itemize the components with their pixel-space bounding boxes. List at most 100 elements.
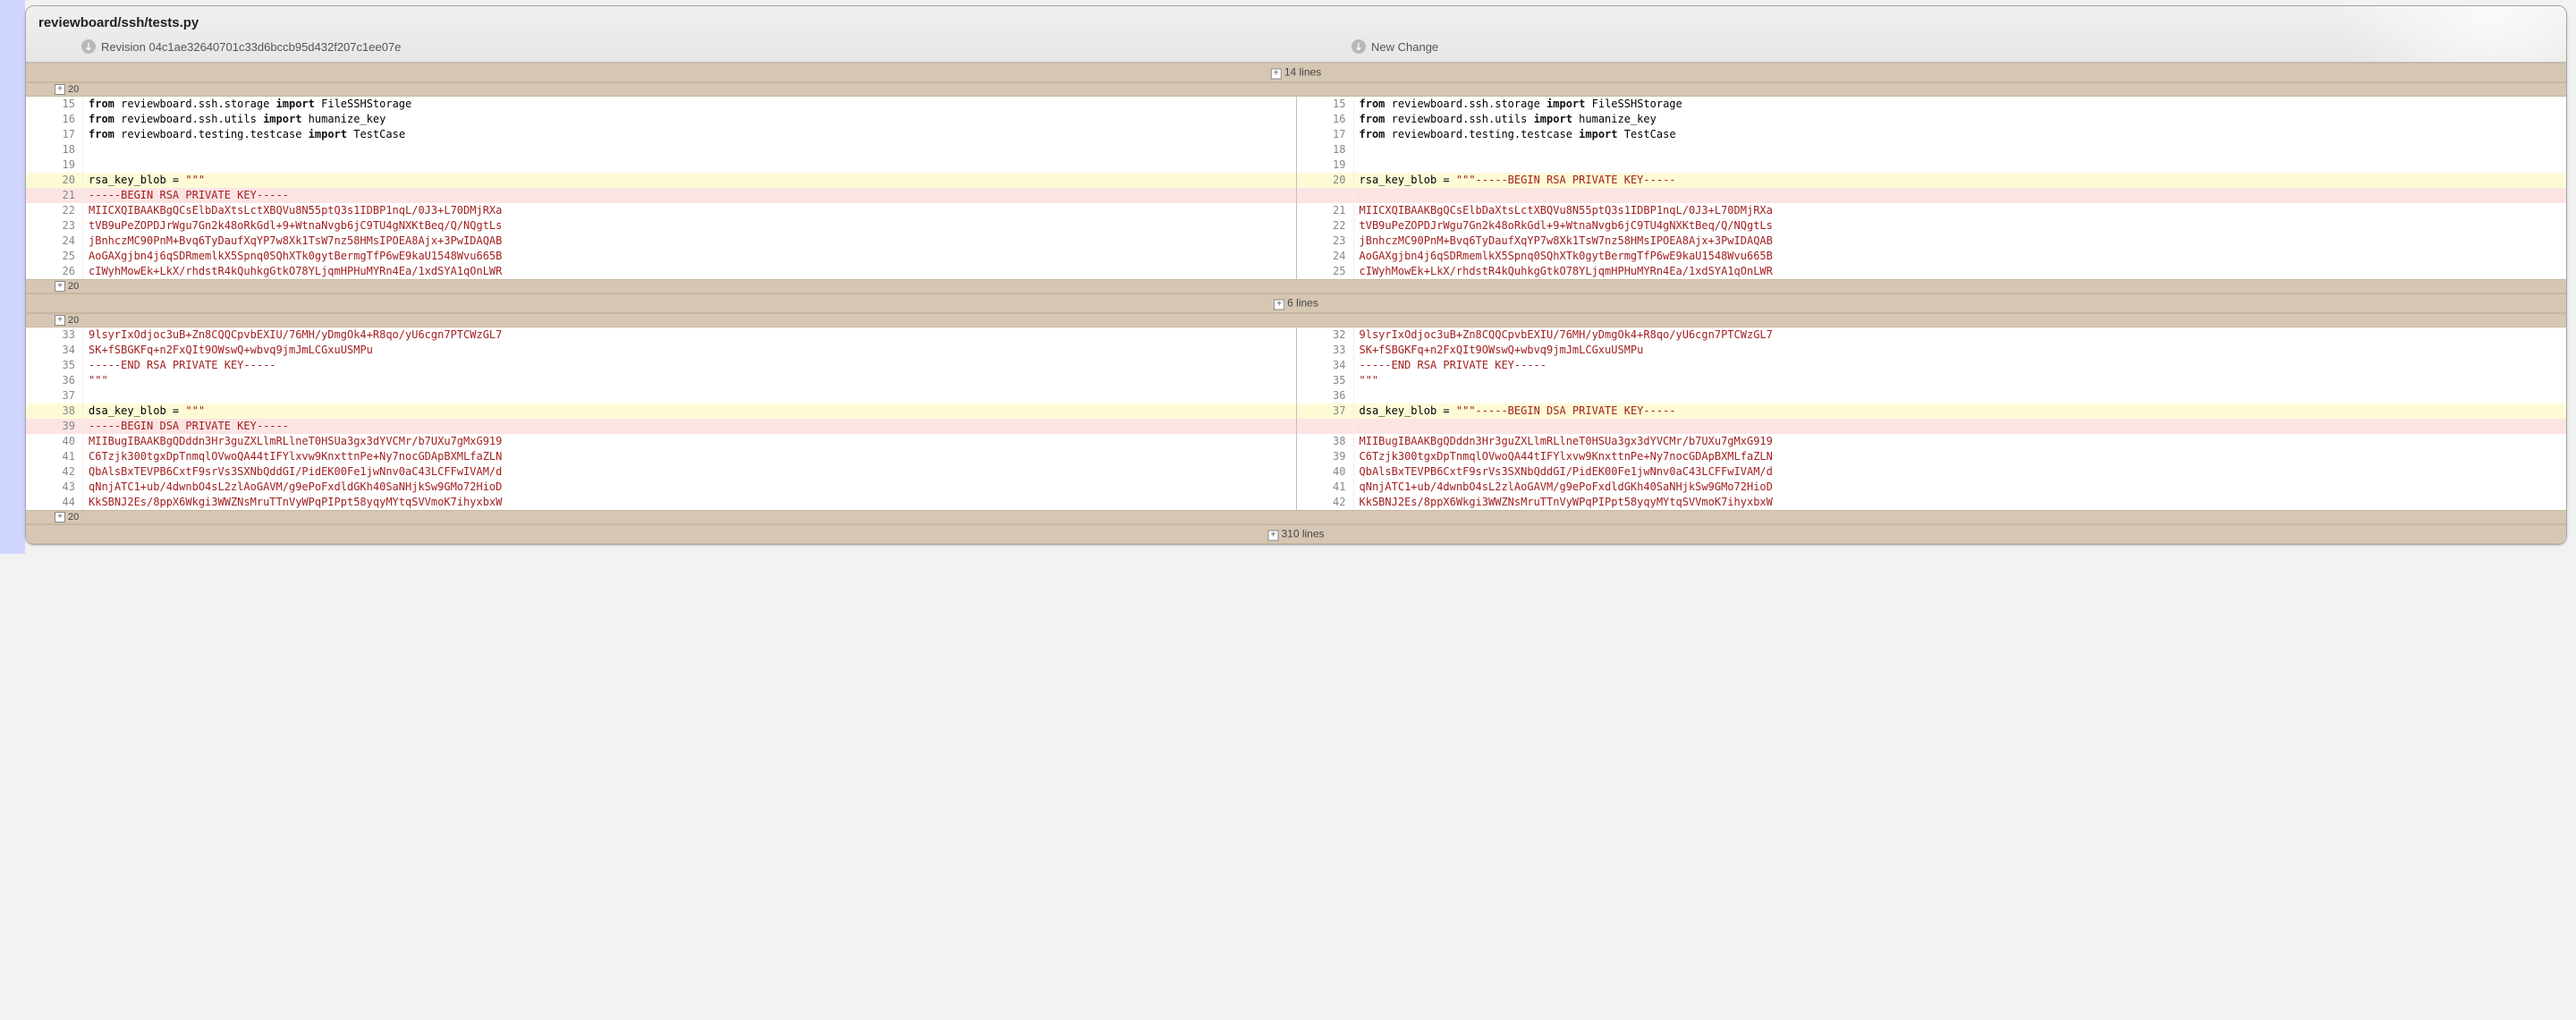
diff-row[interactable]: 41C6Tzjk300tgxDpTnmqlOVwoQA44tIFYlxvw9Kn…	[26, 449, 1296, 464]
diff-row[interactable]: 35-----END RSA PRIVATE KEY-----	[26, 358, 1296, 373]
code-cell: """	[1354, 373, 2567, 388]
diff-row[interactable]: 33SK+fSBGKFq+n2FxQIt9OWswQ+wbvq9jmJmLCGx…	[1297, 343, 2567, 358]
diff-row[interactable]	[1297, 419, 2567, 434]
diff-row[interactable]: 16from reviewboard.ssh.utils import huma…	[26, 112, 1296, 127]
diff-row[interactable]: 16from reviewboard.ssh.utils import huma…	[1297, 112, 2567, 127]
diff-row[interactable]: 19	[26, 157, 1296, 173]
diff-row[interactable]: 34-----END RSA PRIVATE KEY-----	[1297, 358, 2567, 373]
diff-row[interactable]: 15from reviewboard.ssh.storage import Fi…	[1297, 97, 2567, 112]
expand-below-1: +20	[26, 279, 2566, 293]
line-number: 20	[26, 173, 83, 188]
diff-row[interactable]: 18	[26, 142, 1296, 157]
line-number: 18	[1297, 142, 1354, 157]
diff-row[interactable]: 44KkSBNJ2Es/8ppX6Wkgi3WWZNsMruTTnVyWPqPI…	[26, 495, 1296, 510]
diff-row[interactable]: 23jBnhczMC90PnM+Bvq6TyDaufXqYP7w8Xk1TsW7…	[1297, 234, 2567, 249]
code-cell: KkSBNJ2Es/8ppX6Wkgi3WWZNsMruTTnVyWPqPIPp…	[83, 495, 1296, 510]
code-cell: from reviewboard.ssh.utils import humani…	[1354, 112, 2567, 127]
diff-row[interactable]: 15from reviewboard.ssh.storage import Fi…	[26, 97, 1296, 112]
line-number: 20	[1297, 173, 1354, 188]
diff-row[interactable]: 37	[26, 388, 1296, 404]
diff-row[interactable]: 39-----BEGIN DSA PRIVATE KEY-----	[26, 419, 1296, 434]
code-cell: qNnjATC1+ub/4dwnbO4sL2zlAoGAVM/g9ePoFxdl…	[1354, 480, 2567, 495]
diff-row[interactable]: 20rsa_key_blob = """-----BEGIN RSA PRIVA…	[1297, 173, 2567, 188]
diff-row[interactable]: 21MIICXQIBAAKBgQCsElbDaXtsLctXBQVu8N55pt…	[1297, 203, 2567, 218]
line-number: 33	[26, 327, 83, 343]
line-number: 15	[26, 97, 83, 112]
line-number	[1297, 419, 1354, 434]
diff-row[interactable]: 26cIWyhMowEk+LkX/rhdstR4kQuhkgGtkO78YLjq…	[26, 264, 1296, 279]
code-cell: MIICXQIBAAKBgQCsElbDaXtsLctXBQVu8N55ptQ3…	[1354, 203, 2567, 218]
diff-row[interactable]: 22MIICXQIBAAKBgQCsElbDaXtsLctXBQVu8N55pt…	[26, 203, 1296, 218]
diff-row[interactable]: 21-----BEGIN RSA PRIVATE KEY-----	[26, 188, 1296, 203]
diff-row[interactable]: 329lsyrIxOdjoc3uB+Zn8CQQCpvbEXIU/76MH/yD…	[1297, 327, 2567, 343]
line-number: 21	[1297, 203, 1354, 218]
expand-icon[interactable]: +	[1267, 531, 1278, 541]
collapse-band-top: +14 lines	[26, 63, 2566, 82]
line-number: 23	[26, 218, 83, 234]
line-number: 24	[1297, 249, 1354, 264]
diff-row[interactable]: 35"""	[1297, 373, 2567, 388]
line-number: 18	[26, 142, 83, 157]
code-cell: tVB9uPeZOPDJrWgu7Gn2k48oRkGdl+9+WtnaNvgb…	[83, 218, 1296, 234]
diff-row[interactable]: 24AoGAXgjbn4j6qSDRmemlkX5Spnq0SQhXTk0gyt…	[1297, 249, 2567, 264]
diff-row[interactable]: 23tVB9uPeZOPDJrWgu7Gn2k48oRkGdl+9+WtnaNv…	[26, 218, 1296, 234]
code-cell: jBnhczMC90PnM+Bvq6TyDaufXqYP7w8Xk1TsW7nz…	[83, 234, 1296, 249]
code-cell: from reviewboard.testing.testcase import…	[83, 127, 1296, 142]
code-cell: SK+fSBGKFq+n2FxQIt9OWswQ+wbvq9jmJmLCGxuU…	[83, 343, 1296, 358]
code-cell: from reviewboard.ssh.storage import File…	[83, 97, 1296, 112]
diff-row[interactable]: 39C6Tzjk300tgxDpTnmqlOVwoQA44tIFYlxvw9Kn…	[1297, 449, 2567, 464]
code-cell	[1354, 157, 2567, 173]
diff-row[interactable]: 25cIWyhMowEk+LkX/rhdstR4kQuhkgGtkO78YLjq…	[1297, 264, 2567, 279]
diff-row[interactable]: 339lsyrIxOdjoc3uB+Zn8CQQCpvbEXIU/76MH/yD…	[26, 327, 1296, 343]
expand-icon[interactable]: +	[1271, 69, 1282, 80]
code-cell: from reviewboard.ssh.utils import humani…	[83, 112, 1296, 127]
diff-row[interactable]: 25AoGAXgjbn4j6qSDRmemlkX5Spnq0SQhXTk0gyt…	[26, 249, 1296, 264]
line-number: 38	[1297, 434, 1354, 449]
expand-icon[interactable]: +	[55, 315, 65, 326]
code-cell: """	[83, 373, 1296, 388]
expand-icon[interactable]: +	[55, 84, 65, 95]
diff-row[interactable]: 17from reviewboard.testing.testcase impo…	[26, 127, 1296, 142]
code-cell	[1354, 142, 2567, 157]
diff-row[interactable]: 40QbAlsBxTEVPB6CxtF9srVs3SXNbQddGI/PidEK…	[1297, 464, 2567, 480]
expand-icon[interactable]: +	[55, 281, 65, 292]
code-cell: -----BEGIN DSA PRIVATE KEY-----	[83, 419, 1296, 434]
expand-icon[interactable]: +	[1274, 300, 1284, 310]
diff-row[interactable]: 43qNnjATC1+ub/4dwnbO4sL2zlAoGAVM/g9ePoFx…	[26, 480, 1296, 495]
diff-row[interactable]: 38dsa_key_blob = """	[26, 404, 1296, 419]
code-cell: dsa_key_blob = """	[83, 404, 1296, 419]
diff-panel: reviewboard/ssh/tests.py ⇣ Revision 04c1…	[25, 5, 2567, 545]
diff-row[interactable]: 22tVB9uPeZOPDJrWgu7Gn2k48oRkGdl+9+WtnaNv…	[1297, 218, 2567, 234]
diff-row[interactable]: 36	[1297, 388, 2567, 404]
diff-row[interactable]: 18	[1297, 142, 2567, 157]
diff-row[interactable]: 42KkSBNJ2Es/8ppX6Wkgi3WWZNsMruTTnVyWPqPI…	[1297, 495, 2567, 510]
diff-row[interactable]	[1297, 188, 2567, 203]
diff-row[interactable]: 19	[1297, 157, 2567, 173]
diff-row[interactable]: 20rsa_key_blob = """	[26, 173, 1296, 188]
code-cell: AoGAXgjbn4j6qSDRmemlkX5Spnq0SQhXTk0gytBe…	[1354, 249, 2567, 264]
diff-row[interactable]: 42QbAlsBxTEVPB6CxtF9srVs3SXNbQddGI/PidEK…	[26, 464, 1296, 480]
line-number: 42	[26, 464, 83, 480]
line-number: 21	[26, 188, 83, 203]
code-cell: C6Tzjk300tgxDpTnmqlOVwoQA44tIFYlxvw9Knxt…	[1354, 449, 2567, 464]
line-number: 37	[26, 388, 83, 404]
line-number: 36	[26, 373, 83, 388]
code-cell	[83, 388, 1296, 404]
diff-row[interactable]: 40MIIBugIBAAKBgQDddn3Hr3guZXLlmRLlneT0HS…	[26, 434, 1296, 449]
line-number: 35	[1297, 373, 1354, 388]
code-cell: cIWyhMowEk+LkX/rhdstR4kQuhkgGtkO78YLjqmH…	[1354, 264, 2567, 279]
diff-row[interactable]: 37dsa_key_blob = """-----BEGIN DSA PRIVA…	[1297, 404, 2567, 419]
code-cell: -----END RSA PRIVATE KEY-----	[1354, 358, 2567, 373]
diff-right-2: 329lsyrIxOdjoc3uB+Zn8CQQCpvbEXIU/76MH/yD…	[1297, 327, 2567, 510]
line-number: 41	[26, 449, 83, 464]
line-number: 19	[1297, 157, 1354, 173]
diff-row[interactable]: 24jBnhczMC90PnM+Bvq6TyDaufXqYP7w8Xk1TsW7…	[26, 234, 1296, 249]
diff-row[interactable]: 41qNnjATC1+ub/4dwnbO4sL2zlAoGAVM/g9ePoFx…	[1297, 480, 2567, 495]
diff-row[interactable]: 38MIIBugIBAAKBgQDddn3Hr3guZXLlmRLlneT0HS…	[1297, 434, 2567, 449]
diff-block-2: 339lsyrIxOdjoc3uB+Zn8CQQCpvbEXIU/76MH/yD…	[26, 327, 2566, 510]
diff-row[interactable]: 17from reviewboard.testing.testcase impo…	[1297, 127, 2567, 142]
line-number: 44	[26, 495, 83, 510]
expand-icon[interactable]: +	[55, 512, 65, 523]
diff-row[interactable]: 34SK+fSBGKFq+n2FxQIt9OWswQ+wbvq9jmJmLCGx…	[26, 343, 1296, 358]
diff-row[interactable]: 36"""	[26, 373, 1296, 388]
